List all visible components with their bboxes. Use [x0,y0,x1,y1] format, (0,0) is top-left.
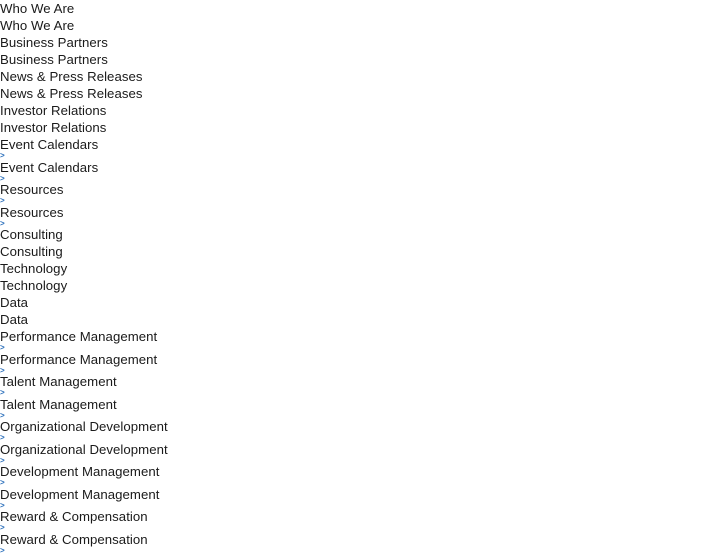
nav-item[interactable]: Performance Management> [0,351,727,374]
nav-item[interactable]: Investor Relations [0,119,727,136]
nav-item[interactable]: Talent Management> [0,396,727,419]
nav-item[interactable]: Development Management> [0,486,727,509]
nav-item-label[interactable]: News & Press Releases [0,85,727,102]
nav-item-label[interactable]: Investor Relations [0,119,727,136]
nav-item[interactable]: Event Calendars> [0,136,727,159]
nav-item-label[interactable]: Data [0,311,727,328]
nav-item-label[interactable]: Organizational Development [0,418,727,435]
nav-item[interactable]: Data [0,311,727,328]
nav-item-label[interactable]: Who We Are [0,0,727,17]
nav-item-label[interactable]: Development Management [0,463,727,480]
nav-item-label[interactable]: Event Calendars [0,136,727,153]
nav-item-label[interactable]: Performance Management [0,328,727,345]
nav-item-label[interactable]: Performance Management [0,351,727,368]
nav-item-label[interactable]: Talent Management [0,396,727,413]
nav-item[interactable]: Reward & Compensation> [0,531,727,553]
nav-item[interactable]: Consulting [0,243,727,260]
nav-item-label[interactable]: News & Press Releases [0,68,727,85]
navigation-list: Who We AreWho We AreBusiness PartnersBus… [0,0,727,553]
nav-item[interactable]: Data [0,294,727,311]
nav-item-label[interactable]: Resources [0,181,727,198]
nav-item[interactable]: Consulting [0,226,727,243]
nav-item-label[interactable]: Investor Relations [0,102,727,119]
nav-item-label[interactable]: Reward & Compensation [0,508,727,525]
nav-item-label[interactable]: Consulting [0,226,727,243]
nav-item-label[interactable]: Consulting [0,243,727,260]
nav-item[interactable]: Organizational Development> [0,418,727,441]
nav-item[interactable]: Organizational Development> [0,441,727,464]
nav-item-label[interactable]: Talent Management [0,373,727,390]
nav-item[interactable]: Who We Are [0,17,727,34]
nav-item[interactable]: Business Partners [0,34,727,51]
nav-item[interactable]: Business Partners [0,51,727,68]
nav-item-label[interactable]: Data [0,294,727,311]
nav-item[interactable]: Technology [0,260,727,277]
nav-item-label[interactable]: Business Partners [0,51,727,68]
nav-item-label[interactable]: Event Calendars [0,159,727,176]
nav-item-label[interactable]: Development Management [0,486,727,503]
nav-item[interactable]: Development Management> [0,463,727,486]
nav-item-label[interactable]: Business Partners [0,34,727,51]
nav-item[interactable]: Event Calendars> [0,159,727,182]
nav-item-label[interactable]: Organizational Development [0,441,727,458]
chevron-right-icon: > [0,548,727,553]
nav-item-label[interactable]: Who We Are [0,17,727,34]
nav-item[interactable]: Technology [0,277,727,294]
nav-item[interactable]: Talent Management> [0,373,727,396]
nav-item[interactable]: Resources> [0,204,727,227]
nav-item-label[interactable]: Technology [0,260,727,277]
nav-item[interactable]: News & Press Releases [0,85,727,102]
nav-item[interactable]: Resources> [0,181,727,204]
nav-item[interactable]: Performance Management> [0,328,727,351]
nav-item[interactable]: Reward & Compensation> [0,508,727,531]
nav-item[interactable]: Who We Are [0,0,727,17]
nav-item-label[interactable]: Technology [0,277,727,294]
nav-item[interactable]: Investor Relations [0,102,727,119]
nav-item[interactable]: News & Press Releases [0,68,727,85]
nav-item-label[interactable]: Resources [0,204,727,221]
